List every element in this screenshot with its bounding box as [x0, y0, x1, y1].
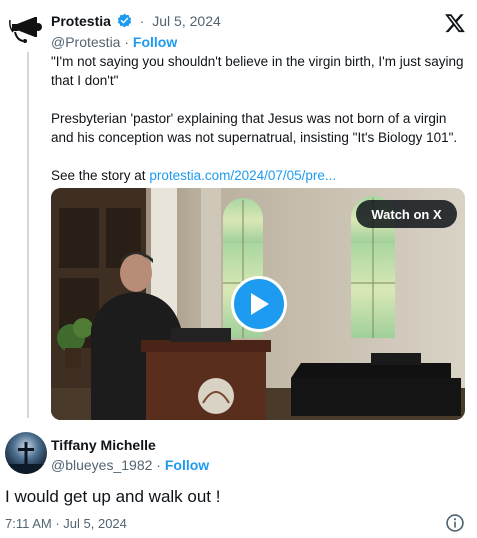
reply-author-name[interactable]: Tiffany Michelle: [51, 437, 156, 453]
reply-timestamp[interactable]: 7:11 AM · Jul 5, 2024: [5, 516, 127, 531]
info-icon[interactable]: [445, 513, 465, 533]
follow-button[interactable]: Follow: [133, 34, 177, 50]
x-logo-icon[interactable]: [444, 12, 466, 34]
play-icon: [251, 293, 269, 315]
tweet-link-line: See the story at protestia.com/2024/07/0…: [51, 166, 471, 185]
date-separator: ·: [139, 13, 145, 29]
tweet-date[interactable]: Jul 5, 2024: [152, 13, 221, 29]
handle-separator: ·: [124, 34, 133, 50]
play-button[interactable]: [231, 276, 287, 332]
protestia-avatar[interactable]: [5, 8, 49, 52]
tweet-quote: "I'm not saying you shouldn't believe in…: [51, 54, 464, 88]
reply-avatar[interactable]: [5, 432, 47, 474]
verified-badge-icon: [117, 13, 132, 28]
reply-author-handle[interactable]: @blueyes_1982: [51, 457, 152, 473]
reply-follow-button[interactable]: Follow: [165, 457, 209, 473]
story-link[interactable]: protestia.com/2024/07/05/pre...: [149, 168, 336, 183]
quoted-header: Protestia · Jul 5, 2024: [51, 13, 221, 29]
tweet-text: "I'm not saying you shouldn't believe in…: [51, 52, 471, 185]
reply-handle-separator: ·: [156, 457, 165, 473]
reply-handle-row: @blueyes_1982 · Follow: [51, 457, 209, 473]
author-name[interactable]: Protestia: [51, 13, 111, 29]
reply-text: I would get up and walk out !: [5, 487, 221, 506]
video-thumbnail[interactable]: Watch on X: [51, 188, 465, 420]
thread-line: [27, 48, 29, 418]
author-handle[interactable]: @Protestia: [51, 34, 120, 50]
avatar-image: [5, 432, 47, 474]
watch-on-x-button[interactable]: Watch on X: [356, 200, 457, 228]
tweet-description: Presbyterian 'pastor' explaining that Je…: [51, 111, 458, 145]
handle-row: @Protestia · Follow: [51, 34, 177, 50]
protestia-logo-icon: [5, 8, 49, 52]
quoted-tweet[interactable]: Protestia · Jul 5, 2024 @Protestia · Fol…: [0, 0, 477, 428]
link-prefix: See the story at: [51, 168, 150, 183]
